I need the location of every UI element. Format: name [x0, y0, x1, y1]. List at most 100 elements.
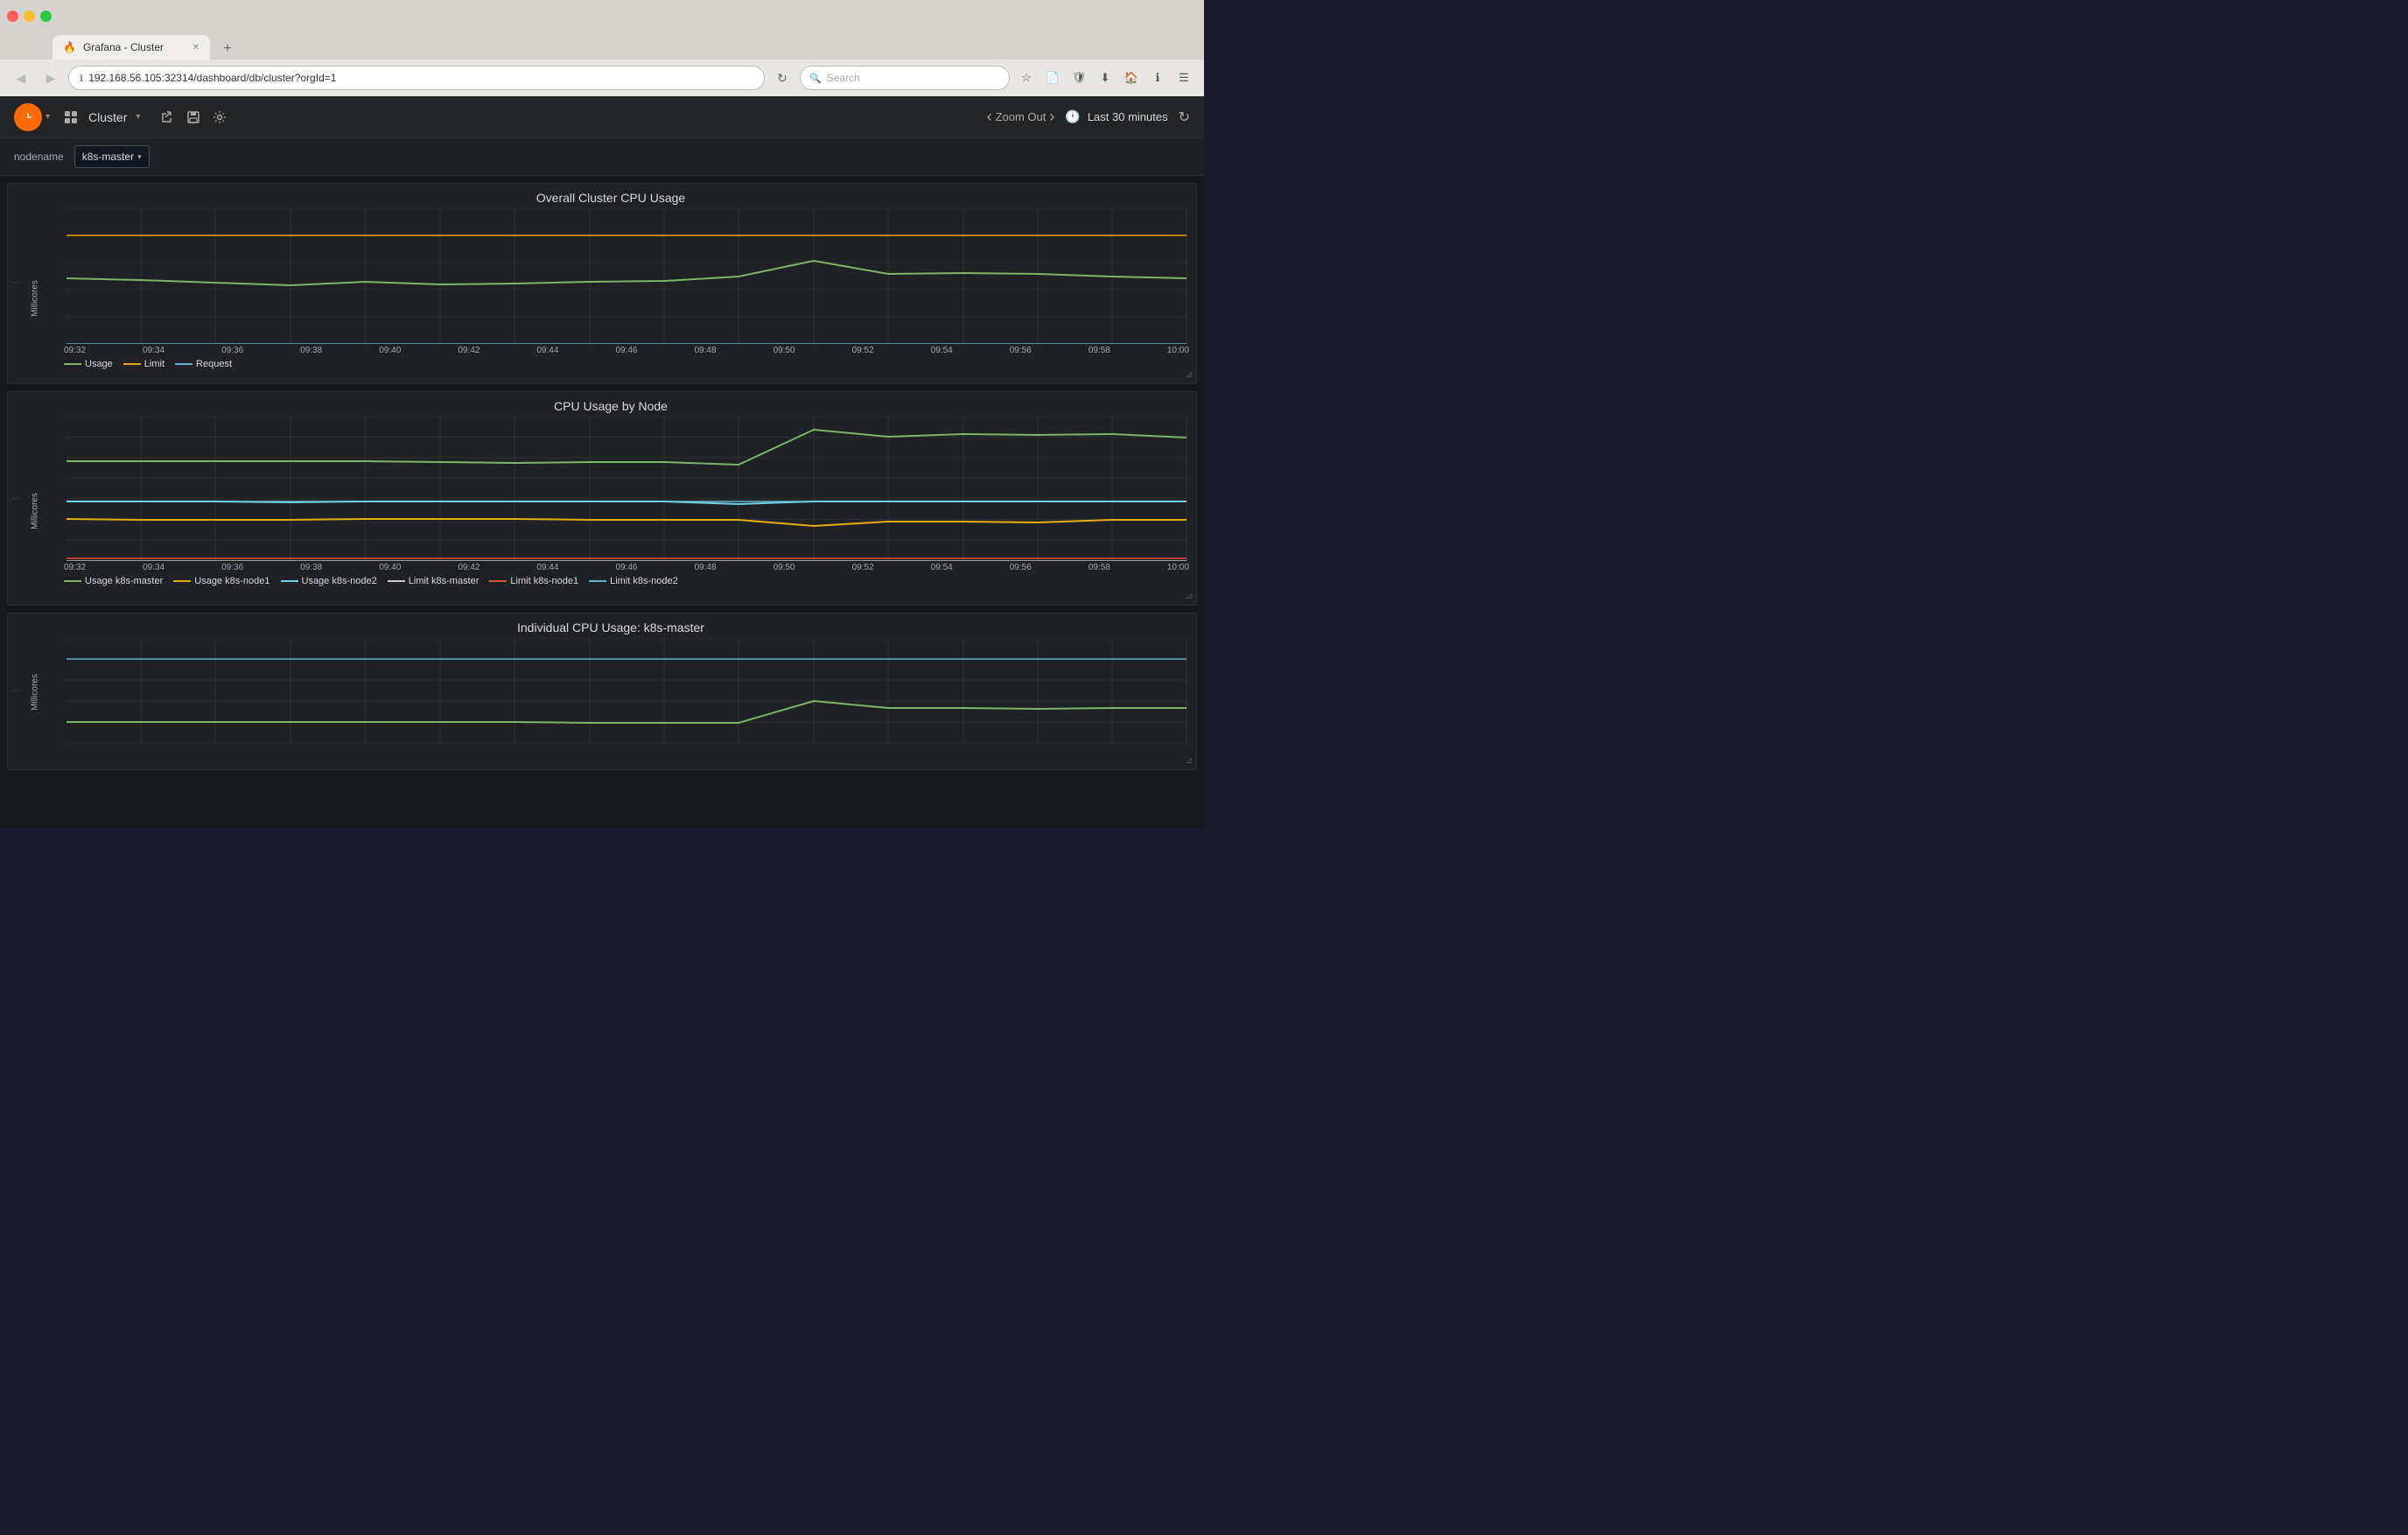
x-tick-0936: 09:36 [221, 346, 243, 355]
menu-icon[interactable]: ☰ [1172, 67, 1195, 89]
x-tick-0956: 09:56 [1010, 346, 1032, 355]
x-tick-0944: 09:44 [536, 346, 558, 355]
x-tick-1000: 10:00 [1167, 346, 1189, 355]
panel1-legend: Usage Limit Request [64, 355, 1189, 371]
nodename-caret: ▾ [137, 152, 142, 162]
grafana-header: ▾ Cluster ▾ ‹ [0, 96, 1204, 138]
browser-chrome: 🔥 Grafana - Cluster ✕ + ◀ ▶ ℹ 192.168.56… [0, 0, 1204, 96]
panel3-resize[interactable]: ⊿ [1186, 756, 1193, 766]
zoom-out-btn[interactable]: Zoom Out [996, 110, 1046, 123]
nodename-label: nodename [14, 151, 64, 163]
panel2-legend: Usage k8s-master Usage k8s-node1 Usage k… [64, 572, 1189, 588]
panel3-title: Individual CPU Usage: k8s-master [32, 620, 1189, 634]
grafana-logo [14, 103, 42, 131]
dashboard-caret: ▾ [136, 112, 140, 122]
maximize-dot[interactable] [40, 11, 52, 22]
download-icon[interactable]: ⬇ [1094, 67, 1116, 89]
x-tick-0940: 09:40 [379, 346, 401, 355]
variables-bar: nodename k8s-master ▾ [0, 138, 1204, 176]
panel3-y-label: Millicores [30, 674, 39, 711]
panel1-title: Overall Cluster CPU Usage [32, 191, 1189, 205]
x-tick-0946: 09:46 [615, 346, 637, 355]
save-button[interactable] [180, 104, 206, 130]
browser-titlebar [0, 0, 1204, 32]
security-icon: ℹ [80, 73, 83, 84]
panel2-content: CPU Usage by Node Millicores [8, 392, 1196, 609]
y-axis-label: Millicores [30, 280, 39, 317]
dashboard-icon [64, 110, 78, 124]
dashboard-title[interactable]: Cluster ▾ [64, 110, 140, 124]
panel3-chart-area: Millicores [32, 638, 1189, 746]
panel-overall-cpu: ⋮ Overall Cluster CPU Usage Millicores [7, 183, 1197, 384]
dashboard-name: Cluster [88, 110, 127, 124]
panel2-chart: 350 300 250 200 150 100 50 0 [64, 417, 1189, 561]
panels-container: ⋮ Overall Cluster CPU Usage Millicores [0, 176, 1204, 828]
x-tick-0942: 09:42 [458, 346, 480, 355]
panel2-resize[interactable]: ⊿ [1186, 592, 1193, 601]
panel-individual-cpu: ⋮ Individual CPU Usage: k8s-master Milli… [7, 613, 1197, 770]
refresh-btn[interactable]: ↻ [1179, 109, 1190, 126]
search-icon: 🔍 [809, 73, 822, 84]
minimize-dot[interactable] [24, 11, 35, 22]
nodename-value: k8s-master [82, 151, 134, 163]
x-tick-0932: 09:32 [64, 346, 86, 355]
left-arrow-btn[interactable]: ‹ [987, 108, 992, 126]
search-placeholder: Search [827, 72, 860, 84]
tab-close-icon[interactable]: ✕ [192, 43, 200, 53]
settings-button[interactable] [206, 104, 233, 130]
x-tick-0954: 09:54 [931, 346, 953, 355]
search-bar[interactable]: 🔍 Search [800, 66, 1010, 90]
legend-usage-master: Usage k8s-master [64, 576, 163, 586]
panel3-drag-handle[interactable]: ⋮ [11, 686, 21, 697]
logo-caret: ▾ [46, 112, 50, 122]
right-arrow-btn[interactable]: › [1049, 108, 1054, 126]
legend-request: Request [175, 359, 232, 369]
close-dot[interactable] [7, 11, 18, 22]
legend-limit-node2: Limit k8s-node2 [589, 576, 678, 586]
new-tab-button[interactable]: + [217, 39, 238, 60]
clock-icon: 🕐 [1065, 109, 1080, 124]
panel-drag-handle[interactable]: ⋮ [11, 278, 21, 289]
legend-limit-master: Limit k8s-master [388, 576, 480, 586]
browser-actions: ☆ 📄 🛡 ⬇ 🏠 ℹ ☰ [1015, 67, 1195, 89]
panel3-chart: 600 500 400 300 200 [64, 638, 1189, 743]
legend-limit: Limit [123, 359, 164, 369]
time-range-label[interactable]: Last 30 minutes [1088, 110, 1168, 123]
grafana-logo-button[interactable]: ▾ [14, 103, 50, 131]
tab-favicon: 🔥 [63, 41, 76, 53]
home-icon[interactable]: 🏠 [1120, 67, 1143, 89]
legend-usage: Usage [64, 359, 113, 369]
reload-button[interactable]: ↻ [770, 66, 794, 90]
panel2-drag-handle[interactable]: ⋮ [11, 494, 21, 504]
nodename-select[interactable]: k8s-master ▾ [74, 145, 150, 168]
window-controls [7, 11, 52, 22]
panel2-y-label: Millicores [30, 493, 39, 529]
panel2-title: CPU Usage by Node [32, 399, 1189, 413]
back-button[interactable]: ◀ [9, 66, 33, 90]
x-tick-0948: 09:48 [695, 346, 717, 355]
legend-usage-node2: Usage k8s-node2 [281, 576, 377, 586]
time-controls: ‹ Zoom Out › 🕐 Last 30 minutes ↻ [987, 108, 1190, 126]
panel-content: Overall Cluster CPU Usage Millicores [8, 184, 1196, 392]
browser-tab-bar: 🔥 Grafana - Cluster ✕ + [0, 32, 1204, 60]
info-icon[interactable]: ℹ [1146, 67, 1169, 89]
url-text: 192.168.56.105:32314/dashboard/db/cluste… [88, 72, 336, 84]
x-tick-0938: 09:38 [300, 346, 322, 355]
bookmark-icon[interactable]: ☆ [1015, 67, 1038, 89]
active-tab[interactable]: 🔥 Grafana - Cluster ✕ [52, 35, 210, 60]
x-tick-0950: 09:50 [774, 346, 795, 355]
x-tick-0952: 09:52 [852, 346, 874, 355]
legend-usage-node1: Usage k8s-node1 [173, 576, 270, 586]
x-tick-0934: 09:34 [143, 346, 164, 355]
share-button[interactable] [154, 104, 180, 130]
panel1-resize[interactable]: ⊿ [1186, 370, 1193, 380]
address-bar[interactable]: ℹ 192.168.56.105:32314/dashboard/db/clus… [68, 66, 765, 90]
reader-icon[interactable]: 📄 [1041, 67, 1064, 89]
shield-icon[interactable]: 🛡 [1068, 67, 1090, 89]
panel3-content: Individual CPU Usage: k8s-master Millico… [8, 613, 1196, 750]
forward-button[interactable]: ▶ [38, 66, 63, 90]
panel2-chart-area: Millicores [32, 417, 1189, 606]
panel1-chart: 1.0 K 800 600 400 200 0 [64, 208, 1189, 344]
grafana-app: ▾ Cluster ▾ ‹ [0, 96, 1204, 828]
browser-toolbar: ◀ ▶ ℹ 192.168.56.105:32314/dashboard/db/… [0, 60, 1204, 96]
